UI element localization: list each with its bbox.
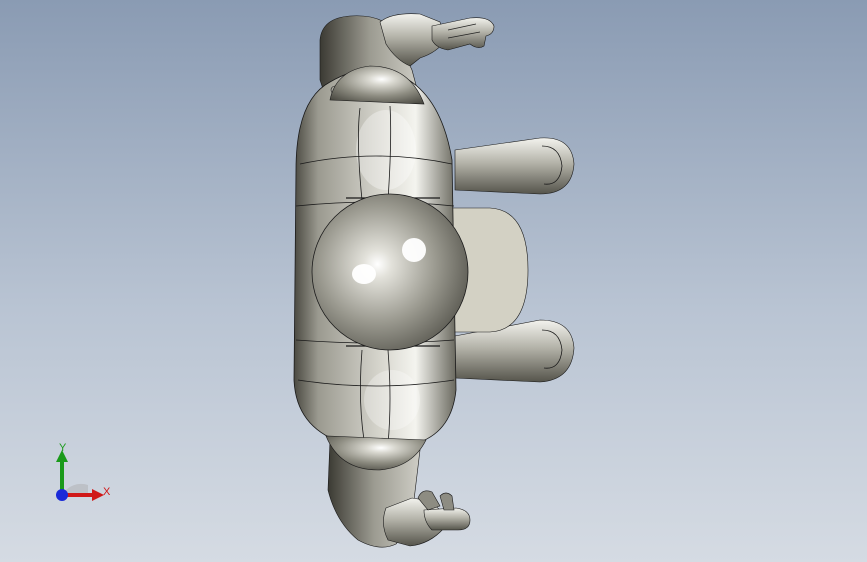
x-axis-label: X	[103, 486, 111, 498]
graphics-viewport[interactable]: Y X	[0, 0, 867, 562]
y-axis-label: Y	[59, 442, 67, 454]
lower-finger	[439, 492, 455, 511]
upper-hand	[431, 17, 495, 51]
3d-model[interactable]	[0, 0, 867, 562]
leg-upper[interactable]	[454, 137, 575, 195]
lower-hand	[423, 507, 471, 531]
head-sphere	[311, 193, 469, 351]
